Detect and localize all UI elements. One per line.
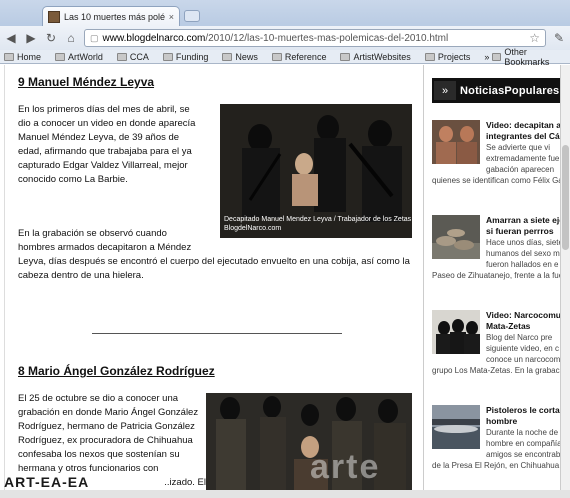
entry-8-title[interactable]: 8 Mario Ángel González Rodríguez <box>18 364 215 378</box>
bookmark-artistwebsites[interactable]: ArtistWebsites <box>340 52 411 62</box>
bookmark-funding[interactable]: Funding <box>162 52 208 62</box>
watermark-left: ART-EA-EA <box>4 474 90 490</box>
post-title[interactable]: Video: Narcocomun Mata-Zetas <box>486 310 560 332</box>
post-excerpt: Se advierte que vi extremadamente fue gaba… <box>486 143 560 174</box>
scrollbar-thumb[interactable] <box>562 145 569 250</box>
video-still-image <box>206 393 412 490</box>
post-excerpt: Blog del Narco pre siguiente video, en cc… <box>486 333 560 364</box>
forward-icon[interactable]: ▶ <box>24 31 38 45</box>
sidebar-title: NoticiasPopulares <box>460 84 560 97</box>
folder-icon <box>116 52 127 61</box>
entry-9-intro: En los primeros días del mes de abril, s… <box>18 104 196 185</box>
tab-strip: Las 10 muertes más polémic × <box>0 0 570 26</box>
tab-close-icon[interactable]: × <box>169 12 174 22</box>
popular-post-4[interactable]: Pistoleros le cortan hombre Durante la no… <box>432 405 560 490</box>
folder-icon <box>162 52 173 61</box>
bookmark-projects[interactable]: Projects <box>424 52 470 62</box>
home-icon[interactable]: ⌂ <box>64 31 78 45</box>
post-excerpt: Hace unos días, siete humanos del sexo mf… <box>486 238 560 269</box>
browser-tab[interactable]: Las 10 muertes más polémic × <box>42 6 180 26</box>
post-thumbnail <box>432 215 480 259</box>
reload-icon[interactable]: ↻ <box>44 31 58 45</box>
entry-9-photo[interactable]: Decapitado Manuel Mendez Leyva / Trabaja… <box>220 104 412 238</box>
folder-icon <box>271 52 282 61</box>
entry-9-title[interactable]: 9 Manuel Méndez Leyva <box>18 75 154 89</box>
post-thumbnail <box>432 405 480 449</box>
bookmark-cca[interactable]: CCA <box>116 52 149 62</box>
url-path: /2010/12/las-10-muertes-mas-polemicas-de… <box>205 32 449 44</box>
post-thumbnail <box>432 120 480 164</box>
post-title[interactable]: Pistoleros le cortan hombre <box>486 405 560 427</box>
popular-post-3[interactable]: Video: Narcocomun Mata-Zetas Blog del Nar… <box>432 310 560 400</box>
folder-icon <box>4 52 14 61</box>
url-host: www.blogdelnarco.com <box>102 32 206 44</box>
folder-icon <box>340 52 351 61</box>
bookmarks-bar: Home ArtWorld CCA Funding News Reference… <box>0 47 570 67</box>
bookmark-news[interactable]: News <box>222 52 258 62</box>
post-title[interactable]: Video: decapitan a dintegrantes del Cárt <box>486 120 560 142</box>
folder-icon <box>222 52 233 61</box>
address-bar[interactable]: ▢ www.blogdelnarco.com/2010/12/las-10-mu… <box>84 29 546 47</box>
page-icon: ▢ <box>90 32 99 43</box>
popular-post-2[interactable]: Amarran a siete eje si fueran perrros Hac… <box>432 215 560 305</box>
photo-caption: Decapitado Manuel Mendez Leyva / Trabaja… <box>224 216 412 232</box>
post-excerpt-line: grupo Los Mata-Zetas. En la grabaci <box>432 366 560 375</box>
bookmarks-overflow[interactable]: » <box>484 52 489 62</box>
bookmark-star-icon[interactable]: ☆ <box>529 31 540 45</box>
entry-9-para-b: Leyva, días después se encontró el cuerp… <box>18 256 410 281</box>
favicon-icon <box>48 10 60 23</box>
sidebar-header: » NoticiasPopulares <box>432 78 560 103</box>
page-viewport: 9 Manuel Méndez Leyva En los primeros dí… <box>0 65 560 490</box>
new-tab-button[interactable] <box>184 10 200 22</box>
folder-icon <box>424 52 435 61</box>
post-thumbnail <box>432 310 480 354</box>
post-excerpt-line: Paseo de Zihuatanejo, frente a la fue <box>432 271 560 280</box>
post-title[interactable]: Amarran a siete eje si fueran perrros <box>486 215 560 237</box>
entry-8-photo[interactable] <box>206 393 412 490</box>
column-divider <box>423 65 424 490</box>
post-excerpt: Durante la noche de hombre en compañía ami… <box>486 428 560 459</box>
post-excerpt-line: quienes se identifican como Félix Ga <box>432 176 560 185</box>
bookmark-reference[interactable]: Reference <box>271 52 326 62</box>
watermark-center: arte <box>310 448 381 486</box>
tab-title: Las 10 muertes más polémic <box>64 11 165 22</box>
status-bar <box>0 490 570 498</box>
bookmark-home[interactable]: Home <box>4 52 41 62</box>
post-excerpt-line: de la Presa El Rejón, en Chihuahua c <box>432 461 560 470</box>
wrench-icon[interactable]: ✎ <box>552 31 566 45</box>
double-arrow-icon: » <box>434 81 456 100</box>
bookmark-artworld[interactable]: ArtWorld <box>55 52 103 62</box>
other-bookmarks[interactable]: » Other Bookmarks <box>484 47 566 67</box>
page-border <box>4 65 5 490</box>
section-divider <box>92 333 342 334</box>
back-icon[interactable]: ◀ <box>4 31 18 45</box>
folder-icon <box>492 52 502 61</box>
entry-9-para-a: En la grabación se observó cuando hombre… <box>18 228 192 253</box>
sidebar: » NoticiasPopulares Video: decapitan a d… <box>430 65 560 490</box>
vertical-scrollbar[interactable] <box>560 65 570 490</box>
folder-icon <box>55 52 66 61</box>
popular-post-1[interactable]: Video: decapitan a dintegrantes del Cárt… <box>432 120 560 210</box>
